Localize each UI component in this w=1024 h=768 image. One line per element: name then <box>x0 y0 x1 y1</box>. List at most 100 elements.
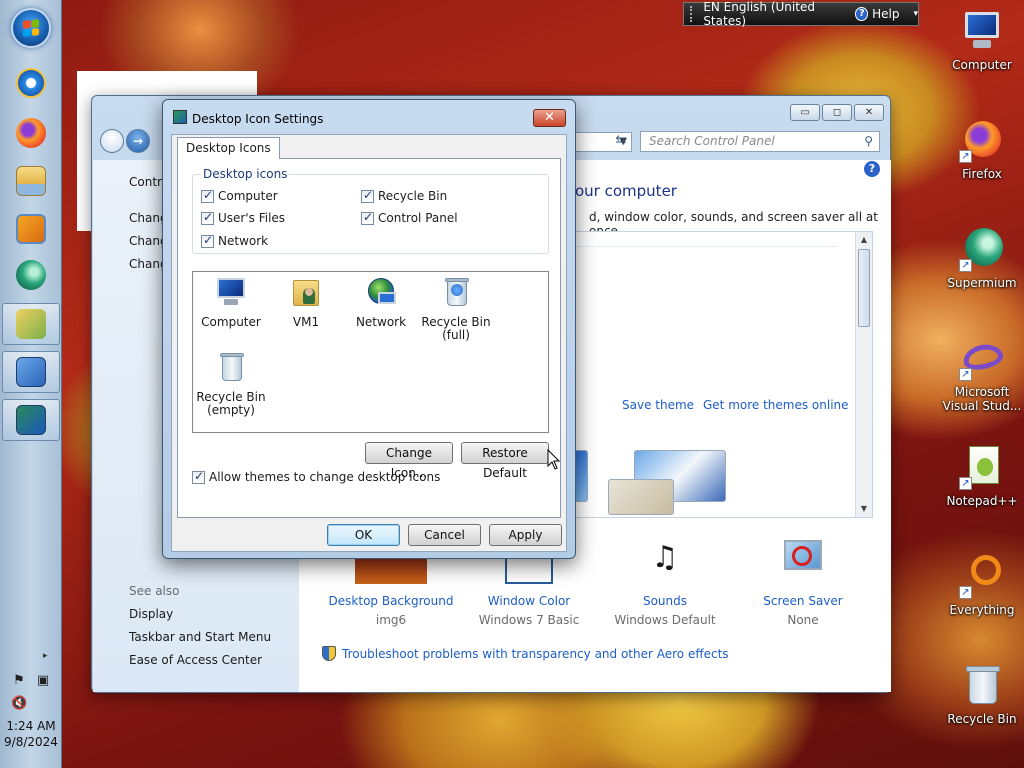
maximize-button[interactable]: ◻ <box>822 104 852 121</box>
troubleshoot-link[interactable]: Troubleshoot problems with transparency … <box>322 646 729 661</box>
mouse-cursor-icon <box>547 449 561 470</box>
desktop-icon-label: Notepad++ <box>946 494 1018 508</box>
search-placeholder: Search Control Panel <box>649 134 775 148</box>
desktop-icon-label: Recycle Bin <box>947 712 1017 726</box>
page-title: our computer <box>575 182 677 200</box>
checkbox-checked[interactable] <box>361 188 374 203</box>
desktop-icon-supermium[interactable]: ↗ Supermium <box>942 226 1022 290</box>
checkbox-label: User's Files <box>218 211 286 225</box>
desktop-icon-notepad-plus-plus[interactable]: ↗ Notepad++ <box>942 444 1022 508</box>
see-also-taskbar[interactable]: Taskbar and Start Menu <box>129 630 271 644</box>
checkbox-recycle-bin[interactable]: Recycle Bin <box>361 188 447 203</box>
checkbox-checked[interactable] <box>192 469 205 484</box>
checkbox-users-files[interactable]: User's Files <box>201 210 286 225</box>
desktop-icon-computer[interactable]: Computer <box>942 8 1022 72</box>
dialog-close-button[interactable]: ✕ <box>533 109 566 127</box>
icon-list[interactable]: Computer VM1 Network Recycle Bin (full) <box>192 271 549 433</box>
taskbar-firefox[interactable] <box>8 112 54 154</box>
theme-thumbnail-selected[interactable] <box>608 479 674 515</box>
checkbox-network[interactable]: Network <box>201 233 268 248</box>
theme-list[interactable]: Save theme Get more themes online ▲ ▼ <box>574 231 873 518</box>
refresh-icon[interactable]: ⇆ <box>610 132 632 152</box>
checkbox-checked[interactable] <box>201 233 214 248</box>
help-icon[interactable]: ? <box>855 7 869 21</box>
list-item-recycle-bin-empty[interactable]: Recycle Bin (empty) <box>191 351 271 417</box>
help-icon[interactable]: ? <box>864 161 880 177</box>
scroll-up-icon[interactable]: ▲ <box>856 232 872 248</box>
list-item-network[interactable]: Network <box>341 276 421 329</box>
back-button[interactable] <box>100 129 124 153</box>
network-icon[interactable]: ▣ <box>35 673 51 689</box>
flag-icon[interactable]: ⚑ <box>11 673 27 689</box>
checkbox-checked[interactable] <box>201 210 214 225</box>
tab-desktop-icons[interactable]: Desktop Icons <box>177 137 280 159</box>
apply-button[interactable]: Apply <box>489 524 562 546</box>
tab-page: Desktop icons Computer Recycle Bin User'… <box>177 158 561 518</box>
minimize-button[interactable]: ▭ <box>790 104 820 121</box>
forward-button[interactable]: → <box>126 129 150 153</box>
close-button[interactable]: ✕ <box>854 104 884 121</box>
ok-button[interactable]: OK <box>327 524 400 546</box>
supermium-icon <box>16 260 46 290</box>
see-also-ease-of-access[interactable]: Ease of Access Center <box>129 653 262 667</box>
restore-default-button[interactable]: Restore Default <box>461 442 549 480</box>
start-orb-icon[interactable] <box>11 8 51 48</box>
clock[interactable]: 1:24 AM 9/8/2024 <box>0 718 62 750</box>
desktop-icon-label: Everything <box>949 603 1015 617</box>
taskbar-personalization[interactable] <box>2 399 60 441</box>
chevron-down-icon[interactable]: ▾ <box>913 9 918 19</box>
theme-thumbnail[interactable] <box>574 450 588 502</box>
list-item-vm1[interactable]: VM1 <box>266 276 346 329</box>
scroll-thumb[interactable] <box>858 249 870 327</box>
language-bar[interactable]: EN English (United States) ? Help ▾ <box>683 0 919 28</box>
network-icon <box>364 276 398 310</box>
list-item-recycle-bin-full[interactable]: Recycle Bin (full) <box>416 276 496 342</box>
language-indicator[interactable]: EN English (United States) <box>703 0 843 28</box>
taskbar-file-explorer[interactable] <box>8 160 54 202</box>
desktop-background-link[interactable]: Desktop Background <box>321 594 461 608</box>
recycle-bin-full-icon <box>439 276 473 310</box>
change-icon-button[interactable]: Change Icon... <box>365 442 453 480</box>
checkbox-allow-themes[interactable]: Allow themes to change desktop icons <box>192 469 440 484</box>
window-color-link[interactable]: Window Color <box>459 594 599 608</box>
see-also-display[interactable]: Display <box>129 607 173 621</box>
desktop-icon-visual-studio[interactable]: ↗ Microsoft Visual Stud... <box>942 335 1022 413</box>
taskbar-media-player[interactable] <box>8 208 54 250</box>
desktop-icon-settings-dialog[interactable]: Desktop Icon Settings ✕ Desktop Icons De… <box>162 99 576 559</box>
see-also-title: See also <box>129 584 180 598</box>
sounds-link[interactable]: Sounds <box>595 594 735 608</box>
taskbar-desktop-icon-settings[interactable] <box>2 303 60 345</box>
recycle-bin-empty-icon <box>214 351 248 385</box>
taskbar-supermium[interactable] <box>8 254 54 296</box>
checkbox-label: Control Panel <box>378 211 458 225</box>
show-hidden-icons-button[interactable]: ▸ <box>43 651 48 661</box>
screen-saver-item[interactable]: Screen Saver None <box>733 536 873 627</box>
scroll-down-icon[interactable]: ▼ <box>856 501 872 517</box>
desktop-icon-firefox[interactable]: ↗ Firefox <box>942 117 1022 181</box>
checkbox-checked[interactable] <box>201 188 214 203</box>
troubleshoot-label: Troubleshoot problems with transparency … <box>342 647 729 661</box>
search-input[interactable]: Search Control Panel ⚲ <box>640 131 880 152</box>
desktop-icon-everything[interactable]: ↗ Everything <box>942 553 1022 617</box>
theme-list-scrollbar[interactable]: ▲ ▼ <box>855 232 872 517</box>
checkbox-checked[interactable] <box>361 210 374 225</box>
shortcut-arrow-icon: ↗ <box>959 150 972 163</box>
checkbox-computer[interactable]: Computer <box>201 188 278 203</box>
volume-muted-icon[interactable]: 🔇 <box>11 696 27 712</box>
shield-icon <box>322 646 336 661</box>
taskbar-internet-explorer[interactable] <box>8 62 54 104</box>
sounds-item[interactable]: ♫ Sounds Windows Default <box>595 536 735 627</box>
checkbox-control-panel[interactable]: Control Panel <box>361 210 458 225</box>
search-icon[interactable]: ⚲ <box>864 132 873 151</box>
list-item-computer[interactable]: Computer <box>191 276 271 329</box>
screen-saver-link[interactable]: Screen Saver <box>733 594 873 608</box>
taskbar-control-panel[interactable] <box>2 351 60 393</box>
get-more-themes-link[interactable]: Get more themes online <box>703 398 849 412</box>
desktop-icon-recycle-bin[interactable]: Recycle Bin <box>942 662 1022 726</box>
grip-handle[interactable] <box>690 6 697 22</box>
checkbox-label: Computer <box>218 189 278 203</box>
save-theme-link[interactable]: Save theme <box>622 398 694 412</box>
cancel-button[interactable]: Cancel <box>408 524 481 546</box>
help-label[interactable]: Help <box>872 7 899 21</box>
personalization-icon <box>16 405 46 435</box>
